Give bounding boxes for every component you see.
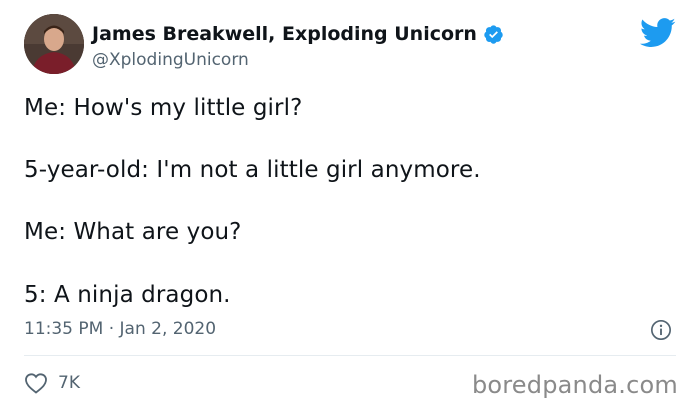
twitter-bird-icon[interactable] bbox=[640, 18, 676, 48]
avatar[interactable] bbox=[24, 14, 84, 74]
tweet-line-4: 5: A ninja dragon. bbox=[24, 282, 231, 308]
like-count: 7K bbox=[58, 373, 80, 393]
like-button[interactable]: 7K bbox=[24, 372, 80, 394]
divider bbox=[24, 355, 676, 356]
tweet-line-1: Me: How's my little girl? bbox=[24, 95, 303, 121]
author-handle[interactable]: @XplodingUnicorn bbox=[92, 50, 249, 70]
verified-badge-icon bbox=[484, 24, 503, 44]
author-name-text: James Breakwell, Exploding Unicorn bbox=[92, 23, 477, 45]
tweet-timestamp[interactable]: 11:35 PM · Jan 2, 2020 bbox=[24, 319, 216, 339]
author-display-name[interactable]: James Breakwell, Exploding Unicorn bbox=[92, 23, 504, 45]
person-avatar-icon bbox=[24, 14, 84, 74]
info-icon[interactable] bbox=[650, 319, 672, 341]
tweet-line-3: Me: What are you? bbox=[24, 219, 242, 245]
tweet-card: James Breakwell, Exploding Unicorn @Xplo… bbox=[0, 0, 700, 410]
heart-icon bbox=[25, 373, 47, 394]
watermark: boredpanda.com bbox=[471, 371, 678, 399]
tweet-line-2: 5-year-old: I'm not a little girl anymor… bbox=[24, 157, 481, 183]
